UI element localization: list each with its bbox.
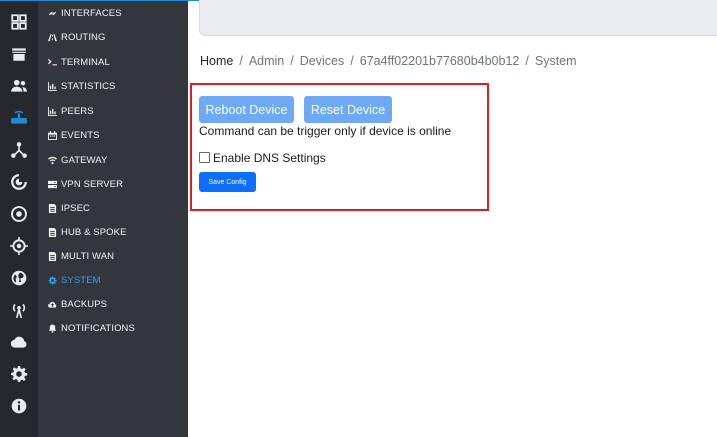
save-config-button[interactable]: Save Config (199, 172, 256, 192)
reset-device-button[interactable]: Reset Device (304, 96, 392, 123)
online-requirement-note: Command can be trigger only if device is… (199, 124, 452, 138)
rail-store-icon[interactable] (9, 44, 29, 64)
enable-dns-label[interactable]: Enable DNS Settings (213, 151, 326, 165)
menu-item-label: NOTIFICATIONS (61, 322, 135, 334)
device-menu: INTERFACES ROUTING TERMINAL STATISTICS P… (38, 1, 188, 437)
breadcrumb-device-id[interactable]: 67a4ff02201b77680b4b0b12 (360, 54, 520, 68)
rail-network-icon[interactable] (9, 140, 29, 160)
menu-item-peers[interactable]: PEERS (48, 103, 94, 119)
menu-item-vpn-server[interactable]: VPN SERVER (48, 176, 123, 192)
menu-item-label: STATISTICS (61, 80, 116, 92)
rail-antenna-icon[interactable] (9, 300, 29, 320)
server-icon (48, 180, 57, 189)
menu-item-label: EVENTS (61, 129, 100, 141)
rail-router-icon[interactable] (9, 108, 29, 128)
menu-item-label: BACKUPS (61, 298, 108, 310)
rail-radar-icon[interactable] (9, 172, 29, 192)
menu-item-backups[interactable]: BACKUPS (48, 296, 107, 312)
link-icon (48, 9, 57, 18)
breadcrumb-admin[interactable]: Admin (249, 54, 284, 68)
menu-item-label: MULTI WAN (61, 250, 115, 262)
calendar-icon (48, 130, 57, 140)
menu-item-label: HUB & SPOKE (61, 226, 127, 238)
menu-item-interfaces[interactable]: INTERFACES (48, 5, 122, 21)
menu-item-gateway[interactable]: GATEWAY (48, 152, 107, 168)
breadcrumb-separator: / (525, 54, 529, 68)
menu-item-terminal[interactable]: TERMINAL (48, 54, 110, 70)
gear-icon (48, 276, 57, 285)
menu-item-label: INTERFACES (61, 7, 122, 19)
breadcrumb-home[interactable]: Home (200, 54, 233, 68)
menu-item-statistics[interactable]: STATISTICS (48, 78, 115, 94)
menu-item-system[interactable]: SYSTEM (48, 272, 101, 288)
icon-rail (0, 1, 38, 437)
rail-globe-icon[interactable] (9, 268, 29, 288)
rail-target-icon[interactable] (9, 204, 29, 224)
document-icon (48, 227, 57, 237)
terminal-icon (48, 58, 57, 67)
menu-item-label: IPSEC (61, 202, 91, 214)
rail-gear-icon[interactable] (9, 364, 29, 384)
document-icon (48, 203, 57, 213)
menu-item-label: PEERS (61, 105, 94, 117)
bell-icon (48, 323, 57, 333)
rail-cloud-icon[interactable] (9, 332, 29, 352)
rail-users-icon[interactable] (9, 76, 29, 96)
breadcrumb-devices[interactable]: Devices (300, 54, 344, 68)
device-header-card (199, 0, 717, 36)
bar-chart-icon (48, 81, 57, 91)
menu-item-routing[interactable]: ROUTING (48, 29, 106, 45)
menu-item-label: SYSTEM (61, 274, 101, 286)
rail-grid-icon[interactable] (9, 12, 29, 32)
menu-item-hub-spoke[interactable]: HUB & SPOKE (48, 224, 127, 240)
rail-crosshair-icon[interactable] (9, 236, 29, 256)
menu-item-ipsec[interactable]: IPSEC (48, 200, 90, 216)
menu-item-notifications[interactable]: NOTIFICATIONS (48, 320, 135, 336)
menu-item-label: TERMINAL (61, 56, 110, 68)
breadcrumb: Home / Admin / Devices / 67a4ff02201b77680b4b0… (200, 54, 577, 68)
road-icon (48, 33, 57, 42)
breadcrumb-separator: / (239, 54, 243, 68)
menu-item-label: GATEWAY (61, 154, 108, 166)
enable-dns-checkbox[interactable] (199, 152, 210, 163)
reboot-device-button[interactable]: Reboot Device (199, 96, 294, 123)
cloud-upload-icon (48, 300, 57, 309)
wifi-icon (48, 156, 57, 165)
menu-item-label: ROUTING (61, 31, 106, 43)
breadcrumb-separator: / (350, 54, 354, 68)
bar-chart-icon (48, 106, 57, 116)
breadcrumb-current: System (534, 54, 577, 68)
menu-item-label: VPN SERVER (61, 178, 124, 190)
document-icon (48, 251, 57, 261)
menu-item-multi-wan[interactable]: MULTI WAN (48, 248, 114, 264)
breadcrumb-separator: / (290, 54, 294, 68)
menu-item-events[interactable]: EVENTS (48, 127, 100, 143)
rail-info-icon[interactable] (9, 396, 29, 416)
